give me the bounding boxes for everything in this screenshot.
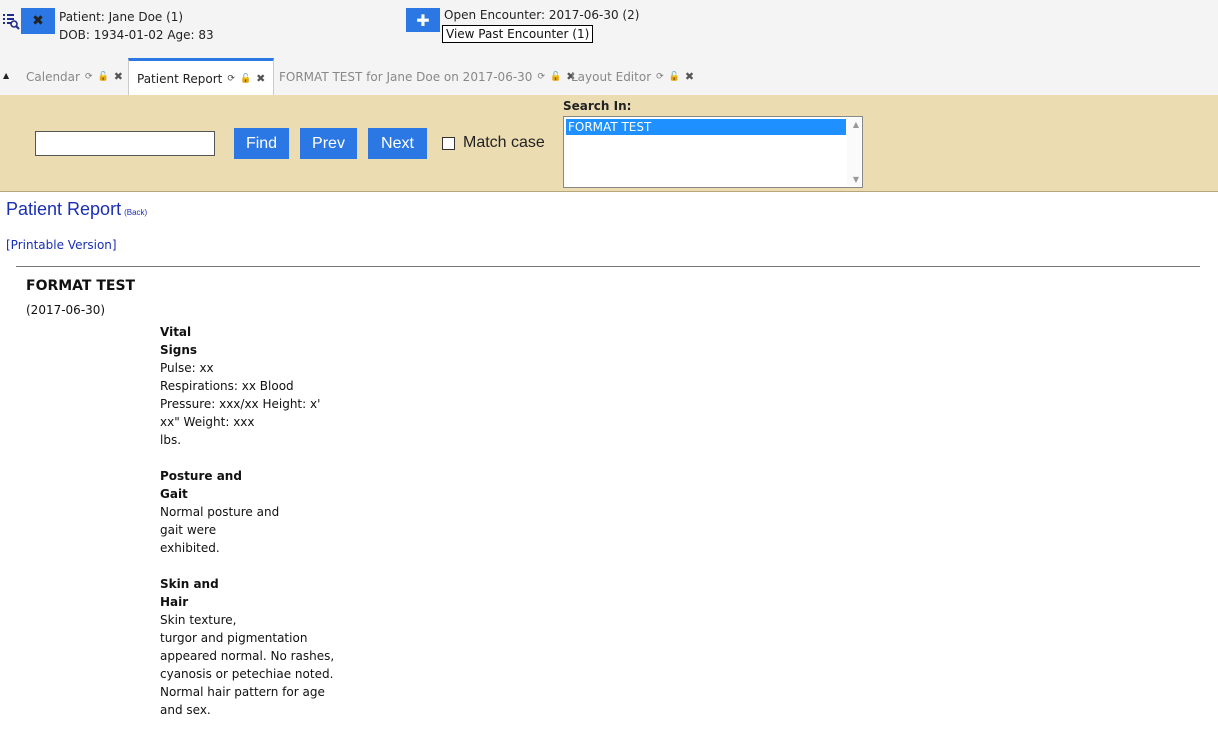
tab-label: Layout Editor xyxy=(571,69,652,84)
section-heading: Vital xyxy=(160,325,192,339)
section-line: lbs. xyxy=(160,433,182,447)
section-posture-gait: Posture and Gait Normal posture and gait… xyxy=(160,467,340,557)
tab-label: FORMAT TEST for Jane Doe on 2017-06-30 xyxy=(279,69,533,84)
search-in-label: Search In: xyxy=(563,99,632,113)
section-line: turgor and pigmentation xyxy=(160,631,308,645)
section-vital-signs: Vital Signs Pulse: xx Respirations: xx B… xyxy=(160,323,340,449)
patient-header: ✖ Patient: Jane Doe (1) DOB: 1934-01-02 … xyxy=(0,0,1218,62)
scroll-down-icon[interactable]: ▼ xyxy=(853,175,859,184)
section-line: appeared normal. No rashes, xyxy=(160,649,335,663)
refresh-icon[interactable]: ⟳ xyxy=(227,74,235,84)
close-icon[interactable]: ✖ xyxy=(256,72,265,85)
scroll-up-icon[interactable]: ▲ xyxy=(853,120,859,129)
report-title-text: Patient Report xyxy=(6,199,122,219)
match-case-label: Match case xyxy=(463,134,545,151)
lock-icon[interactable]: 🔓 xyxy=(240,74,251,84)
lock-icon[interactable]: 🔓 xyxy=(550,72,561,82)
page-title: Patient Report (Back) xyxy=(6,199,147,220)
section-line: xx" Weight: xxx xyxy=(160,415,255,429)
tab-calendar[interactable]: Calendar ⟳ 🔓 ✖ xyxy=(18,58,131,95)
tab-bar: ▲ Calendar ⟳ 🔓 ✖ Patient Report ⟳ 🔓 ✖ FO… xyxy=(0,58,1218,96)
printable-version-link[interactable]: [Printable Version] xyxy=(6,238,117,252)
back-link[interactable]: (Back) xyxy=(124,208,147,217)
form-date: (2017-06-30) xyxy=(26,303,106,317)
patient-dob: DOB: 1934-01-02 Age: 83 xyxy=(59,28,214,42)
search-in-option[interactable]: FORMAT TEST xyxy=(566,119,846,135)
patient-name: Patient: Jane Doe (1) xyxy=(59,10,184,24)
refresh-icon[interactable]: ⟳ xyxy=(656,72,664,82)
section-heading: Posture and xyxy=(160,469,242,483)
lock-icon[interactable]: 🔓 xyxy=(669,72,680,82)
section-heading: Skin and xyxy=(160,577,219,591)
patient-info: Patient: Jane Doe (1) DOB: 1934-01-02 Ag… xyxy=(59,8,214,44)
section-line: exhibited. xyxy=(160,541,220,555)
section-line: Respirations: xx Blood xyxy=(160,379,294,393)
form-title: FORMAT TEST xyxy=(26,278,136,294)
report-sections: Vital Signs Pulse: xx Respirations: xx B… xyxy=(160,323,340,737)
divider xyxy=(16,266,1200,267)
open-encounter-label[interactable]: Open Encounter: 2017-06-30 (2) xyxy=(444,8,639,22)
patient-list-icon[interactable] xyxy=(2,12,20,30)
section-line: and sex. xyxy=(160,703,211,717)
search-bar: Find Prev Next Match case Search In: FOR… xyxy=(0,95,1218,192)
prev-button[interactable]: Prev xyxy=(300,128,357,159)
section-heading: Gait xyxy=(160,487,188,501)
tab-label: Calendar xyxy=(26,69,80,84)
section-line: Normal posture and xyxy=(160,505,280,519)
section-line: Normal hair pattern for age xyxy=(160,685,325,699)
tab-patient-report[interactable]: Patient Report ⟳ 🔓 ✖ xyxy=(128,58,275,96)
plus-icon: ✚ xyxy=(416,10,430,30)
close-icon[interactable]: ✖ xyxy=(114,70,123,83)
section-line: Pressure: xxx/xx Height: x' xyxy=(160,397,321,411)
section-line: cyanosis or petechiae noted. xyxy=(160,667,334,681)
section-heading: Signs xyxy=(160,343,198,357)
new-encounter-button[interactable]: ✚ xyxy=(406,8,440,32)
section-line: Skin texture, xyxy=(160,613,237,627)
close-icon: ✖ xyxy=(32,13,44,29)
section-skin-hair: Skin and Hair Skin texture, turgor and p… xyxy=(160,575,340,719)
search-in-listbox[interactable]: FORMAT TEST ▲ ▼ xyxy=(563,116,863,188)
tab-layout-editor[interactable]: Layout Editor ⟳ 🔓 ✖ xyxy=(563,58,702,95)
refresh-icon[interactable]: ⟳ xyxy=(537,72,545,82)
close-patient-button[interactable]: ✖ xyxy=(21,8,55,34)
match-case-option[interactable]: Match case xyxy=(442,134,545,152)
refresh-icon[interactable]: ⟳ xyxy=(85,72,93,82)
section-heading: Hair xyxy=(160,595,189,609)
lock-icon[interactable]: 🔓 xyxy=(98,72,109,82)
collapse-icon[interactable]: ▲ xyxy=(3,71,9,80)
tab-format-test[interactable]: FORMAT TEST for Jane Doe on 2017-06-30 ⟳… xyxy=(271,58,583,95)
past-encounter-dropdown[interactable]: View Past Encounter (1) xyxy=(442,25,594,43)
section-line: gait were xyxy=(160,523,217,537)
tab-label: Patient Report xyxy=(137,71,223,86)
match-case-checkbox[interactable] xyxy=(442,136,455,150)
section-line: Pulse: xx xyxy=(160,361,214,375)
next-button[interactable]: Next xyxy=(368,128,427,159)
close-icon[interactable]: ✖ xyxy=(685,70,694,83)
search-input[interactable] xyxy=(35,131,215,156)
find-button[interactable]: Find xyxy=(234,128,289,159)
